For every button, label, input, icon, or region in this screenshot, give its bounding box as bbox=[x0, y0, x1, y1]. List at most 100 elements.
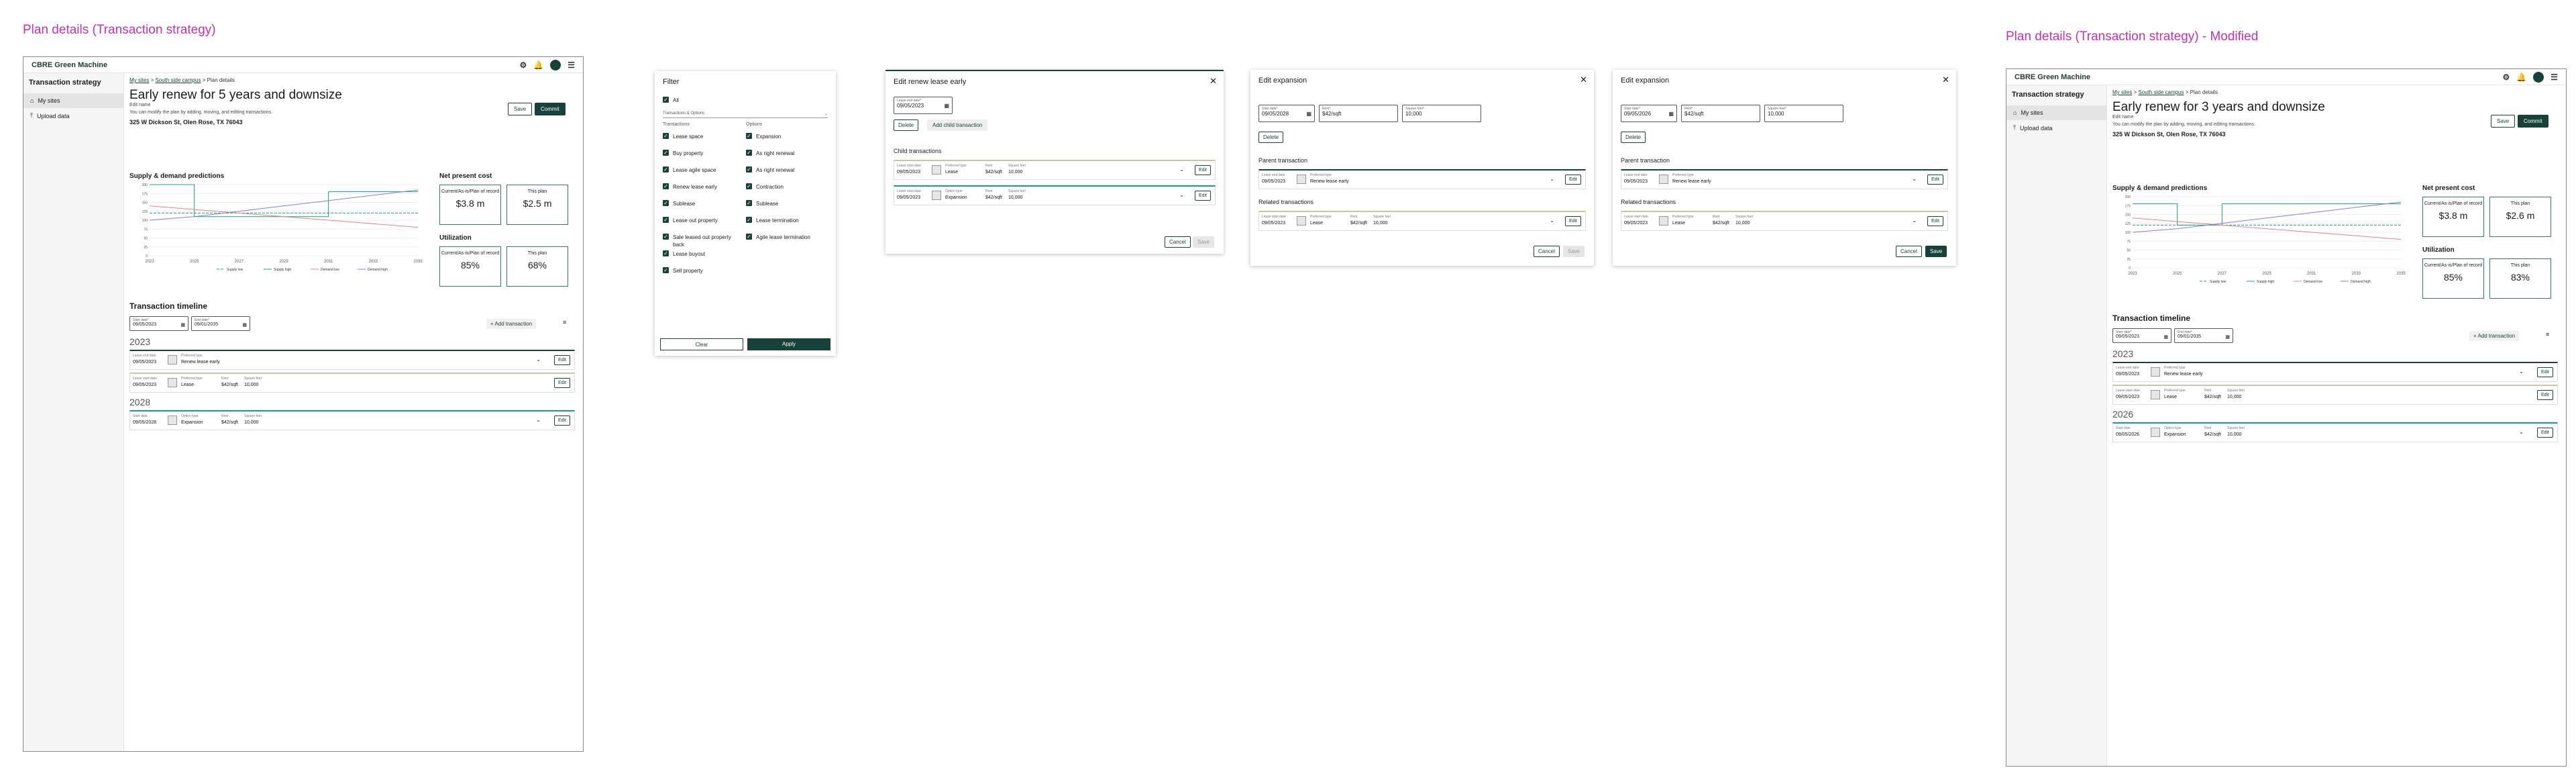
filter-icon[interactable]: ≡ bbox=[563, 319, 566, 326]
edit-button[interactable]: Edit bbox=[2536, 367, 2553, 377]
close-icon[interactable]: ✕ bbox=[1580, 75, 1587, 85]
calendar-icon[interactable]: ▦ bbox=[180, 322, 185, 328]
add-transaction-button[interactable]: + Add transaction bbox=[2469, 331, 2520, 341]
avatar[interactable] bbox=[550, 59, 561, 70]
lease-end-date-field[interactable]: Lease end date* 09/05/2023 ▦ bbox=[894, 97, 953, 114]
delete-button[interactable]: Delete bbox=[1621, 132, 1646, 143]
table-row[interactable]: Lease start date 09/05/2023 Preferred typ… bbox=[129, 373, 575, 393]
chevron-down-icon[interactable]: ⌄ bbox=[2519, 429, 2524, 435]
notification-icon[interactable]: 🔔 bbox=[2516, 72, 2526, 82]
transaction-filter-checkbox[interactable]: ✓ Lease out property bbox=[663, 217, 737, 224]
chevron-down-icon[interactable]: ⌄ bbox=[1912, 217, 1917, 224]
breadcrumb-campus[interactable]: South side campus bbox=[155, 77, 201, 83]
calendar-icon[interactable]: ▦ bbox=[944, 103, 949, 109]
chevron-down-icon[interactable]: ⌄ bbox=[1179, 192, 1184, 198]
transaction-filter-checkbox[interactable]: ✓ Lease buyout bbox=[663, 250, 737, 258]
rent-field[interactable]: Rent* $42/sqft bbox=[1319, 105, 1398, 122]
gear-icon[interactable]: ⚙ bbox=[520, 60, 527, 70]
filter-type-select[interactable]: Transactions & Options ⌄ bbox=[663, 111, 828, 118]
table-row[interactable]: Lease start date 09/05/2023 Preferred typ… bbox=[2112, 385, 2558, 405]
end-date-field[interactable]: End date* 09/01/2035 ▦ bbox=[191, 316, 250, 331]
add-transaction-button[interactable]: + Add transaction bbox=[486, 319, 537, 329]
table-row[interactable]: Lease end date 09/05/2023 Preferred type R… bbox=[1258, 169, 1586, 189]
calendar-icon[interactable]: ▦ bbox=[1306, 111, 1311, 117]
save-button[interactable]: Save bbox=[1925, 246, 1947, 257]
edit-button[interactable]: Edit bbox=[1927, 216, 1943, 226]
filter-icon[interactable]: ≡ bbox=[2546, 331, 2549, 338]
option-filter-checkbox[interactable]: ✓ Lease termination bbox=[746, 217, 820, 224]
add-child-transaction-button[interactable]: Add child transaction bbox=[927, 119, 988, 131]
commit-button[interactable]: Commit bbox=[2518, 115, 2548, 128]
gear-icon[interactable]: ⚙ bbox=[2503, 72, 2510, 82]
close-icon[interactable]: ✕ bbox=[1942, 75, 1949, 85]
cancel-button[interactable]: Cancel bbox=[1534, 246, 1560, 257]
transaction-filter-checkbox[interactable]: ✓ Sell property bbox=[663, 267, 737, 275]
option-filter-checkbox[interactable]: ✓ Agile lease termination bbox=[746, 234, 820, 241]
sidebar-item-my-sites[interactable]: ⌂ My sites bbox=[23, 93, 123, 108]
table-row[interactable]: Lease end date 09/05/2023 Preferred type R… bbox=[2112, 362, 2558, 382]
chevron-down-icon[interactable]: ⌄ bbox=[2519, 369, 2524, 375]
breadcrumb-my-sites[interactable]: My sites bbox=[2112, 89, 2132, 95]
chevron-down-icon[interactable]: ⌄ bbox=[536, 417, 541, 423]
notification-icon[interactable]: 🔔 bbox=[533, 60, 543, 70]
delete-button[interactable]: Delete bbox=[894, 119, 919, 131]
transaction-filter-checkbox[interactable]: ✓ Buy property bbox=[663, 150, 737, 157]
edit-button[interactable]: Edit bbox=[553, 355, 570, 365]
chevron-down-icon[interactable]: ⌄ bbox=[536, 356, 541, 362]
apply-button[interactable]: Apply bbox=[747, 338, 830, 350]
transaction-filter-checkbox[interactable]: ✓ Sale leased out property back bbox=[663, 234, 737, 248]
sidebar-item-upload-data[interactable]: ⤒ Upload data bbox=[2006, 120, 2106, 136]
end-date-field[interactable]: End date* 09/01/2035 ▦ bbox=[2174, 328, 2233, 343]
edit-button[interactable]: Edit bbox=[553, 416, 570, 426]
square-feet-field[interactable]: Square feet* 10,000 bbox=[1402, 105, 1481, 122]
transaction-filter-checkbox[interactable]: ✓ Renew lease early bbox=[663, 183, 737, 191]
delete-button[interactable]: Delete bbox=[1258, 132, 1284, 143]
option-filter-checkbox[interactable]: ✓ Expansion bbox=[746, 133, 820, 140]
save-button[interactable]: Save bbox=[508, 103, 533, 115]
option-filter-checkbox[interactable]: ✓ As right renewal bbox=[746, 166, 820, 174]
option-filter-checkbox[interactable]: ✓ Sublease bbox=[746, 200, 820, 207]
calendar-icon[interactable]: ▦ bbox=[1668, 111, 1674, 117]
edit-button[interactable]: Edit bbox=[1194, 191, 1211, 201]
chevron-down-icon[interactable]: ⌄ bbox=[1550, 217, 1554, 224]
edit-button[interactable]: Edit bbox=[1194, 165, 1211, 175]
save-button[interactable]: Save bbox=[1193, 236, 1215, 248]
menu-icon[interactable]: ☰ bbox=[568, 60, 575, 70]
start-date-field[interactable]: Start date* 09/05/2023 ▦ bbox=[2112, 328, 2171, 343]
table-row[interactable]: Lease end date 09/05/2023 Preferred type R… bbox=[1621, 169, 1948, 189]
transaction-filter-checkbox[interactable]: ✓ Lease agile space bbox=[663, 166, 737, 174]
save-button[interactable]: Save bbox=[2491, 115, 2516, 128]
cancel-button[interactable]: Cancel bbox=[1896, 246, 1922, 257]
calendar-icon[interactable]: ▦ bbox=[2225, 334, 2230, 340]
table-row[interactable]: Lease start date 09/05/2023 Option type Ex… bbox=[894, 185, 1216, 205]
filter-all-checkbox[interactable]: ✓ All bbox=[663, 97, 679, 104]
sidebar-item-my-sites[interactable]: ⌂ My sites bbox=[2006, 105, 2106, 120]
avatar[interactable] bbox=[2533, 71, 2544, 83]
table-row[interactable]: Lease end date 09/05/2023 Preferred type R… bbox=[129, 350, 575, 370]
commit-button[interactable]: Commit bbox=[535, 103, 566, 115]
breadcrumb-my-sites[interactable]: My sites bbox=[129, 77, 149, 83]
chevron-down-icon[interactable]: ⌄ bbox=[1179, 166, 1184, 173]
sidebar-item-upload-data[interactable]: ⤒ Upload data bbox=[23, 108, 123, 124]
calendar-icon[interactable]: ▦ bbox=[2163, 334, 2168, 340]
start-date-field[interactable]: Start date* 09/05/2023 ▦ bbox=[129, 316, 189, 331]
edit-button[interactable]: Edit bbox=[553, 378, 570, 388]
rent-field[interactable]: Rent* $42/sqft bbox=[1681, 105, 1760, 122]
table-row[interactable]: Lease start date 09/05/2023 Preferred typ… bbox=[1621, 211, 1948, 231]
chevron-down-icon[interactable]: ⌄ bbox=[1550, 176, 1554, 182]
start-date-field[interactable]: Start date* 09/05/2026 ▦ bbox=[1621, 105, 1677, 122]
table-row[interactable]: Lease start date 09/05/2023 Preferred typ… bbox=[894, 160, 1216, 180]
clear-button[interactable]: Clear bbox=[660, 338, 743, 350]
edit-button[interactable]: Edit bbox=[1564, 175, 1581, 185]
chevron-down-icon[interactable]: ⌄ bbox=[1912, 176, 1917, 182]
edit-button[interactable]: Edit bbox=[2536, 428, 2553, 438]
cancel-button[interactable]: Cancel bbox=[1165, 236, 1191, 248]
transaction-filter-checkbox[interactable]: ✓ Lease space bbox=[663, 133, 737, 140]
breadcrumb-campus[interactable]: South side campus bbox=[2138, 89, 2184, 95]
edit-button[interactable]: Edit bbox=[1927, 175, 1943, 185]
table-row[interactable]: Start date 09/05/2026 Option type Expansio… bbox=[2112, 422, 2558, 442]
start-date-field[interactable]: Start date* 09/05/2028 ▦ bbox=[1258, 105, 1315, 122]
calendar-icon[interactable]: ▦ bbox=[242, 322, 247, 328]
table-row[interactable]: Lease start date 09/05/2023 Preferred typ… bbox=[1258, 211, 1586, 231]
edit-button[interactable]: Edit bbox=[2536, 390, 2553, 400]
